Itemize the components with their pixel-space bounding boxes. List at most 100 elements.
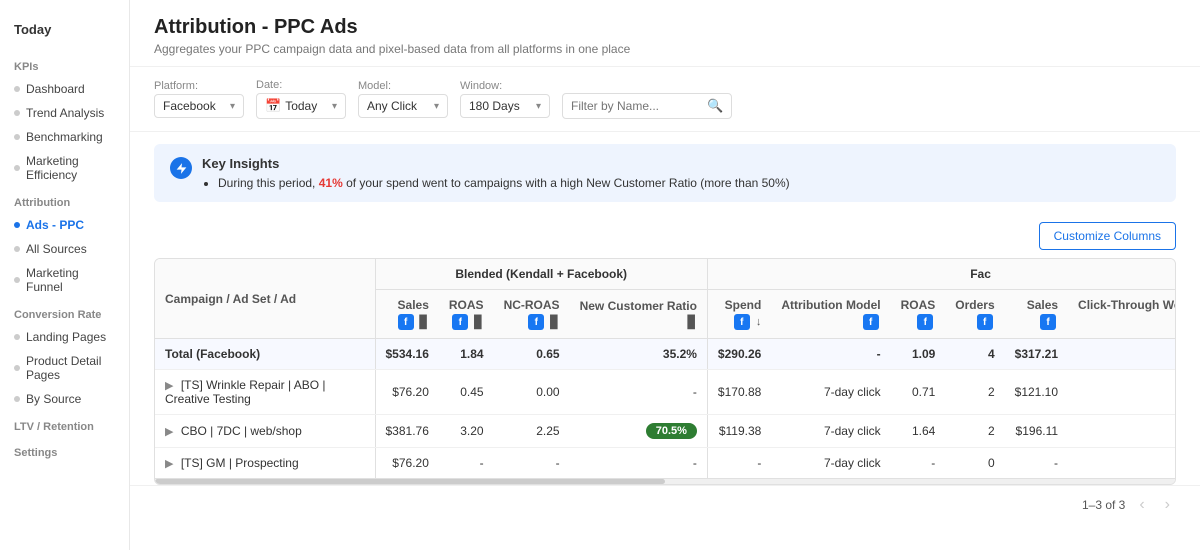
fb-ctsales-icons: f bbox=[1078, 314, 1175, 330]
sidebar-item-label: Benchmarking bbox=[26, 130, 103, 144]
fb-roas-header[interactable]: ROAS f bbox=[891, 290, 946, 339]
model-filter-group: Model: Any Click ▾ bbox=[358, 80, 448, 118]
facebook-icon: f bbox=[398, 314, 414, 330]
sidebar-item-all-sources[interactable]: All Sources bbox=[0, 237, 129, 261]
model-label: Model: bbox=[358, 80, 448, 92]
conversion-section-title: Conversion Rate bbox=[0, 299, 129, 325]
expand-icon[interactable]: ▶ bbox=[165, 458, 173, 470]
insights-highlight: 41% bbox=[319, 176, 343, 190]
sidebar-item-benchmarking[interactable]: Benchmarking bbox=[0, 125, 129, 149]
dot-active-icon bbox=[14, 222, 20, 228]
search-box[interactable]: 🔍 bbox=[562, 93, 732, 119]
campaign-cell: Total (Facebook) bbox=[155, 339, 375, 370]
next-page-button[interactable]: › bbox=[1159, 494, 1176, 516]
blended-roas-label: ROAS bbox=[449, 298, 484, 312]
facebook-group-header: Fac bbox=[707, 259, 1175, 290]
blended-sales-icons: f ▊ bbox=[386, 314, 429, 330]
ncroas-cell: 0.65 bbox=[494, 339, 570, 370]
ncroas-cell: 2.25 bbox=[494, 415, 570, 448]
spend-cell: $290.26 bbox=[707, 339, 771, 370]
lightning-icon bbox=[175, 162, 188, 175]
campaign-name: CBO | 7DC | web/shop bbox=[181, 424, 302, 438]
blended-ncroas-icons: f ▊ bbox=[504, 314, 560, 330]
attrmodel-cell: 7-day click bbox=[771, 415, 890, 448]
dot-icon bbox=[14, 246, 20, 252]
sales-cell: $76.20 bbox=[375, 448, 439, 479]
blended-sales-label: Sales bbox=[386, 298, 429, 312]
blended-sales-header[interactable]: Sales f ▊ bbox=[375, 290, 439, 339]
sales-cell: $534.16 bbox=[375, 339, 439, 370]
sidebar-item-landing-pages[interactable]: Landing Pages bbox=[0, 325, 129, 349]
facebook-icon: f bbox=[528, 314, 544, 330]
blended-roas-header[interactable]: ROAS f ▊ bbox=[439, 290, 494, 339]
window-select[interactable]: 180 Days ▾ bbox=[460, 94, 550, 118]
campaign-name: [TS] GM | Prospecting bbox=[181, 456, 299, 470]
orders-cell: 4 bbox=[945, 339, 1004, 370]
table-scroll[interactable]: Campaign / Ad Set / Ad Blended (Kendall … bbox=[155, 259, 1175, 478]
ncratio-cell: 35.2% bbox=[570, 339, 708, 370]
model-select[interactable]: Any Click ▾ bbox=[358, 94, 448, 118]
fb-sales-label: Sales bbox=[1015, 298, 1058, 312]
sidebar-item-marketing-efficiency[interactable]: Marketing Efficiency bbox=[0, 149, 129, 187]
platform-select[interactable]: Facebook ▾ bbox=[154, 94, 244, 118]
search-input[interactable] bbox=[571, 99, 701, 113]
platform-value: Facebook bbox=[163, 99, 216, 113]
sidebar-item-marketing-funnel[interactable]: Marketing Funnel bbox=[0, 261, 129, 299]
bar-chart-icon: ▊ bbox=[550, 315, 559, 329]
dot-icon bbox=[14, 277, 20, 283]
fb-ctsales-header[interactable]: Click-Through Website Sales f bbox=[1068, 290, 1175, 339]
blended-ncroas-label: NC-ROAS bbox=[504, 298, 560, 312]
ncratio-cell: - bbox=[570, 370, 708, 415]
roas-fb-cell: - bbox=[891, 448, 946, 479]
prev-page-button[interactable]: ‹ bbox=[1133, 494, 1150, 516]
fb-spend-icons: f ↓ bbox=[718, 314, 761, 330]
facebook-icon: f bbox=[917, 314, 933, 330]
blended-ncratio-header[interactable]: New Customer Ratio ▊ bbox=[570, 290, 708, 339]
orders-cell: 0 bbox=[945, 448, 1004, 479]
page-subtitle: Aggregates your PPC campaign data and pi… bbox=[154, 42, 1176, 56]
fb-spend-header[interactable]: Spend f ↓ bbox=[707, 290, 771, 339]
date-select[interactable]: 📅 Today ▾ bbox=[256, 93, 346, 119]
expand-icon[interactable]: ▶ bbox=[165, 380, 173, 392]
roas-cell: - bbox=[439, 448, 494, 479]
table-wrapper: Campaign / Ad Set / Ad Blended (Kendall … bbox=[154, 258, 1176, 485]
fb-orders-icons: f bbox=[955, 314, 994, 330]
chevron-down-icon: ▾ bbox=[332, 101, 337, 112]
attribution-section-title: Attribution bbox=[0, 187, 129, 213]
ctsales-cell: - bbox=[1068, 448, 1175, 479]
fb-roas-icons: f bbox=[901, 314, 936, 330]
blended-header-label: Blended (Kendall + Facebook) bbox=[455, 267, 627, 281]
attrmodel-cell: 7-day click bbox=[771, 370, 890, 415]
scroll-thumb bbox=[155, 479, 665, 484]
sales-cell: $381.76 bbox=[375, 415, 439, 448]
sidebar-item-by-source[interactable]: By Source bbox=[0, 387, 129, 411]
fb-roas-label: ROAS bbox=[901, 298, 936, 312]
spend-cell: - bbox=[707, 448, 771, 479]
dot-icon bbox=[14, 396, 20, 402]
sidebar-item-dashboard[interactable]: Dashboard bbox=[0, 77, 129, 101]
date-value: Today bbox=[285, 99, 317, 113]
sidebar-item-trend-analysis[interactable]: Trend Analysis bbox=[0, 101, 129, 125]
scroll-bar[interactable] bbox=[155, 478, 1175, 484]
today-label: Today bbox=[0, 12, 129, 51]
fb-attrmodel-label: Attribution Model bbox=[781, 298, 880, 312]
blended-ncratio-icons: ▊ bbox=[580, 315, 697, 329]
sidebar-item-product-detail[interactable]: Product Detail Pages bbox=[0, 349, 129, 387]
customize-columns-button[interactable]: Customize Columns bbox=[1039, 222, 1176, 250]
calendar-icon: 📅 bbox=[265, 98, 281, 114]
sort-down-icon: ↓ bbox=[756, 316, 762, 328]
fb-orders-header[interactable]: Orders f bbox=[945, 290, 1004, 339]
bar-chart-icon: ▊ bbox=[474, 315, 483, 329]
sidebar-item-label: By Source bbox=[26, 392, 81, 406]
sidebar-item-ads-ppc[interactable]: Ads - PPC bbox=[0, 213, 129, 237]
sales-fb-cell: $196.11 bbox=[1005, 415, 1068, 448]
fb-attrmodel-header[interactable]: Attribution Model f bbox=[771, 290, 890, 339]
sidebar-item-label: Ads - PPC bbox=[26, 218, 84, 232]
fb-sales-header[interactable]: Sales f bbox=[1005, 290, 1068, 339]
insights-box: Key Insights During this period, 41% of … bbox=[154, 144, 1176, 202]
window-label: Window: bbox=[460, 80, 550, 92]
expand-icon[interactable]: ▶ bbox=[165, 426, 173, 438]
filters-row: Platform: Facebook ▾ Date: 📅 Today ▾ Mod… bbox=[130, 67, 1200, 132]
pagination: 1–3 of 3 ‹ › bbox=[130, 485, 1200, 524]
blended-ncroas-header[interactable]: NC-ROAS f ▊ bbox=[494, 290, 570, 339]
